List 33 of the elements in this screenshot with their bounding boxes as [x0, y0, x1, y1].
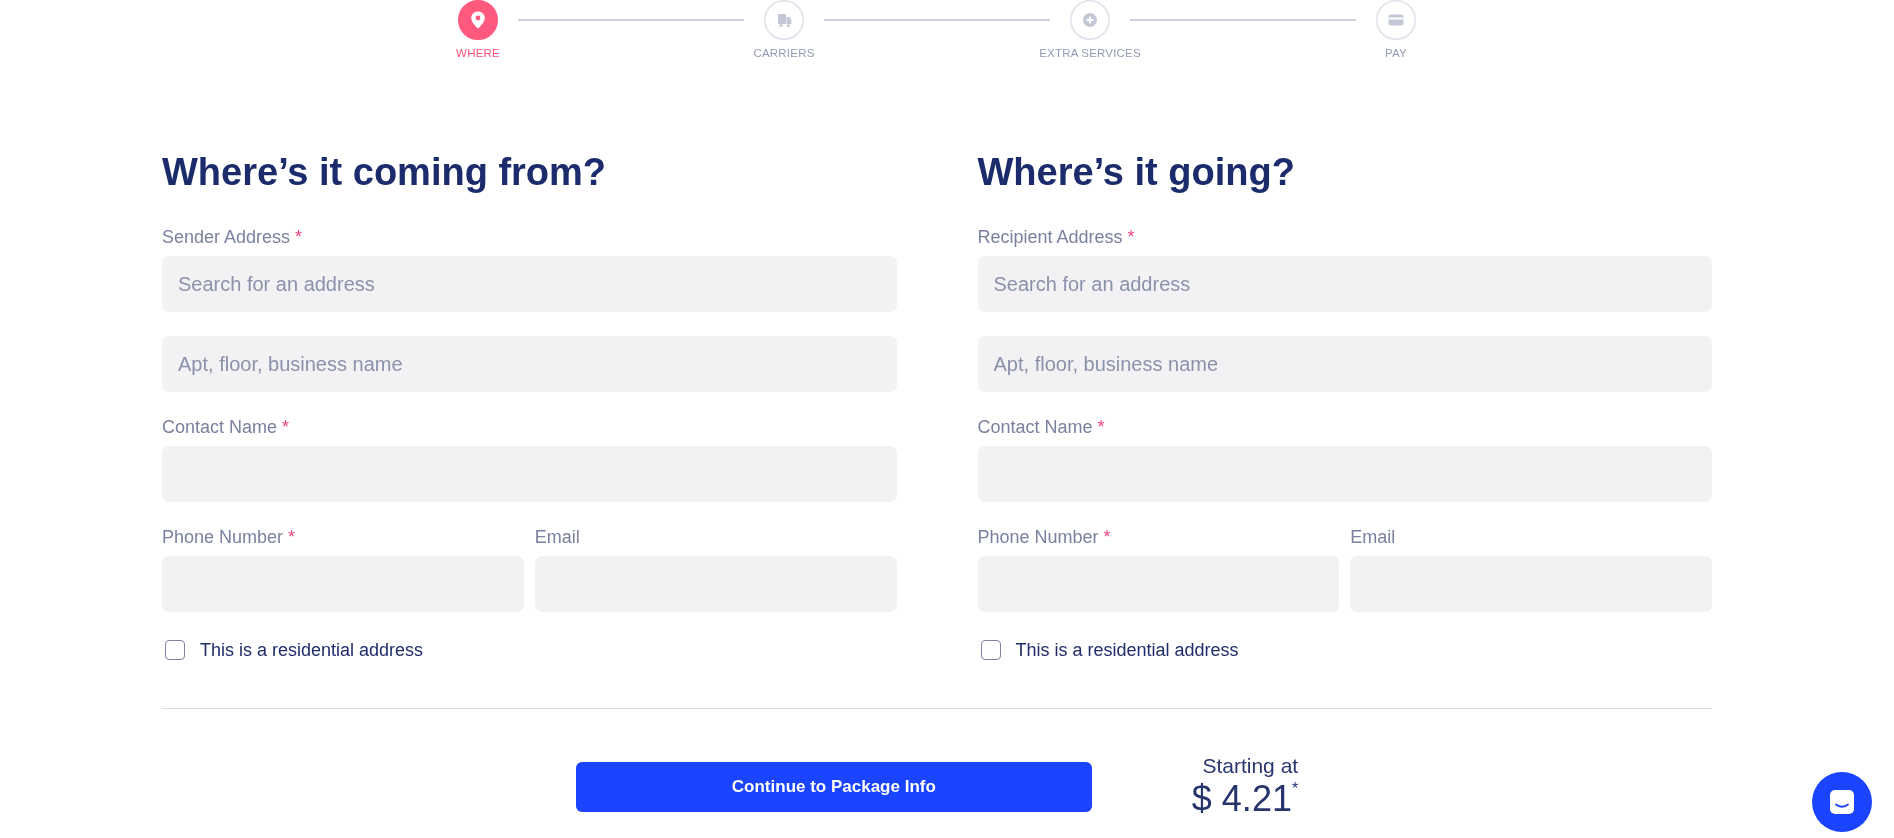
input-field[interactable]: Apt, floor, business name [162, 336, 897, 392]
checkbox[interactable] [165, 640, 185, 660]
section-heading: Where’s it going? [977, 150, 1296, 195]
input-field[interactable]: Search for an address [977, 256, 1712, 312]
required-asterisk: * [282, 416, 290, 438]
step-label: EXTRA SERVICES [1039, 46, 1141, 60]
field-label: Contact Name [977, 416, 1093, 438]
field-label: Phone Number [977, 526, 1099, 548]
required-asterisk: * [295, 226, 303, 248]
checkbox-label: This is a residential address [200, 639, 424, 661]
step-label: CARRIERS [753, 46, 815, 60]
price-value: $ 4.21$^{*}$ [1191, 779, 1299, 819]
field-label: Recipient Address [977, 226, 1123, 248]
required-asterisk: * [1127, 226, 1135, 248]
required-asterisk: * [288, 526, 296, 548]
required-asterisk: * [1103, 526, 1111, 548]
required-asterisk: * [1097, 416, 1105, 438]
field-label: Email [534, 526, 580, 548]
step-label: WHERE [456, 46, 500, 60]
step-label: PAY [1385, 46, 1407, 60]
chat-launcher-button[interactable] [1812, 772, 1872, 832]
field-label: Email [1350, 526, 1396, 548]
input-field[interactable]: Search for an address [162, 256, 897, 312]
price-caption: Starting at [1202, 755, 1299, 777]
checkbox[interactable] [980, 640, 1001, 660]
checkbox-label: This is a residential address [1015, 639, 1239, 661]
field-label: Sender Address [162, 226, 291, 248]
input-field[interactable]: Apt, floor, business name [977, 336, 1712, 392]
continue-button[interactable]: Continue to Package Info [575, 762, 1092, 812]
chat-icon [1829, 789, 1855, 815]
field-label: Contact Name [162, 416, 278, 438]
section-heading: Where’s it coming from? [162, 150, 608, 195]
field-label: Phone Number [162, 526, 284, 548]
